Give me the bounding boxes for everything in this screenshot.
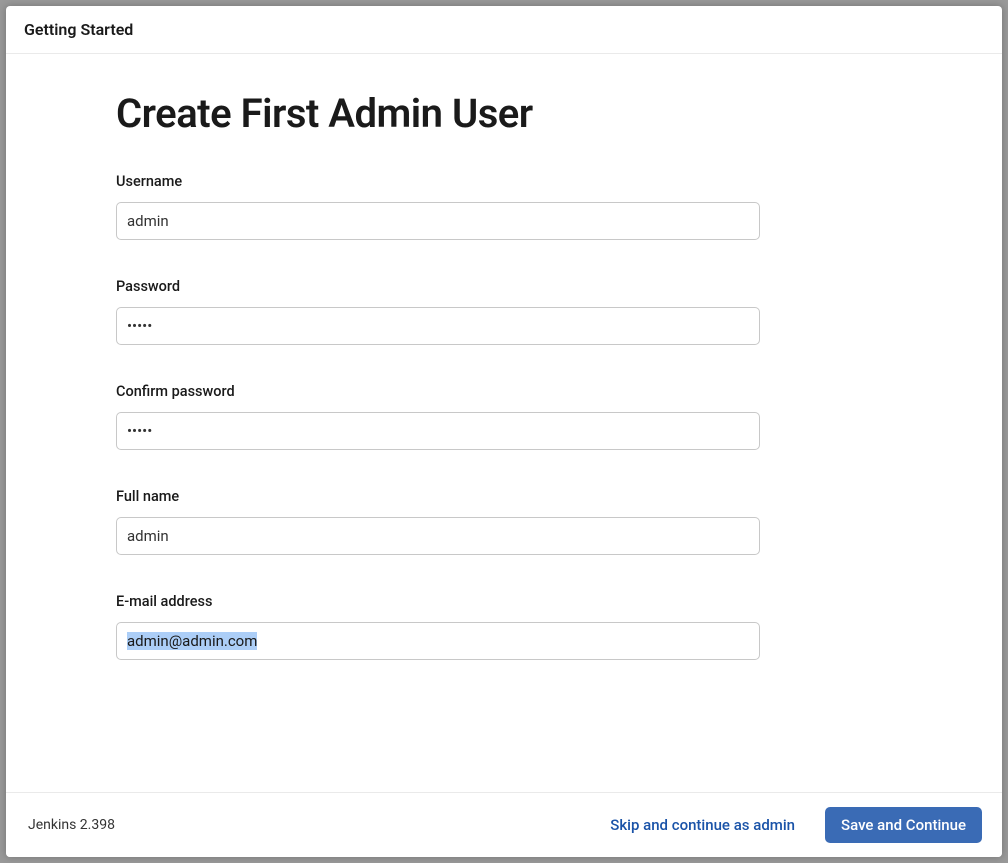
email-label: E-mail address — [116, 593, 760, 610]
email-group: E-mail address admin@admin.com — [116, 593, 760, 660]
modal-header-title: Getting Started — [24, 20, 984, 39]
email-value: admin@admin.com — [127, 632, 257, 650]
save-button[interactable]: Save and Continue — [825, 807, 982, 843]
fullname-group: Full name — [116, 488, 760, 555]
password-input[interactable] — [116, 307, 760, 345]
password-label: Password — [116, 278, 760, 295]
version-text: Jenkins 2.398 — [28, 817, 115, 833]
username-input[interactable] — [116, 202, 760, 240]
modal-header: Getting Started — [6, 6, 1002, 54]
fullname-input[interactable] — [116, 517, 760, 555]
username-group: Username — [116, 173, 760, 240]
modal-body: Create First Admin User Username Passwor… — [6, 54, 1002, 792]
confirm-password-label: Confirm password — [116, 383, 760, 400]
email-input[interactable]: admin@admin.com — [116, 622, 760, 660]
confirm-password-group: Confirm password — [116, 383, 760, 450]
skip-button[interactable]: Skip and continue as admin — [594, 807, 811, 843]
page-title: Create First Admin User — [116, 90, 892, 137]
confirm-password-input[interactable] — [116, 412, 760, 450]
password-group: Password — [116, 278, 760, 345]
setup-wizard-modal: Getting Started Create First Admin User … — [6, 6, 1002, 857]
modal-footer: Jenkins 2.398 Skip and continue as admin… — [6, 792, 1002, 857]
username-label: Username — [116, 173, 760, 190]
fullname-label: Full name — [116, 488, 760, 505]
